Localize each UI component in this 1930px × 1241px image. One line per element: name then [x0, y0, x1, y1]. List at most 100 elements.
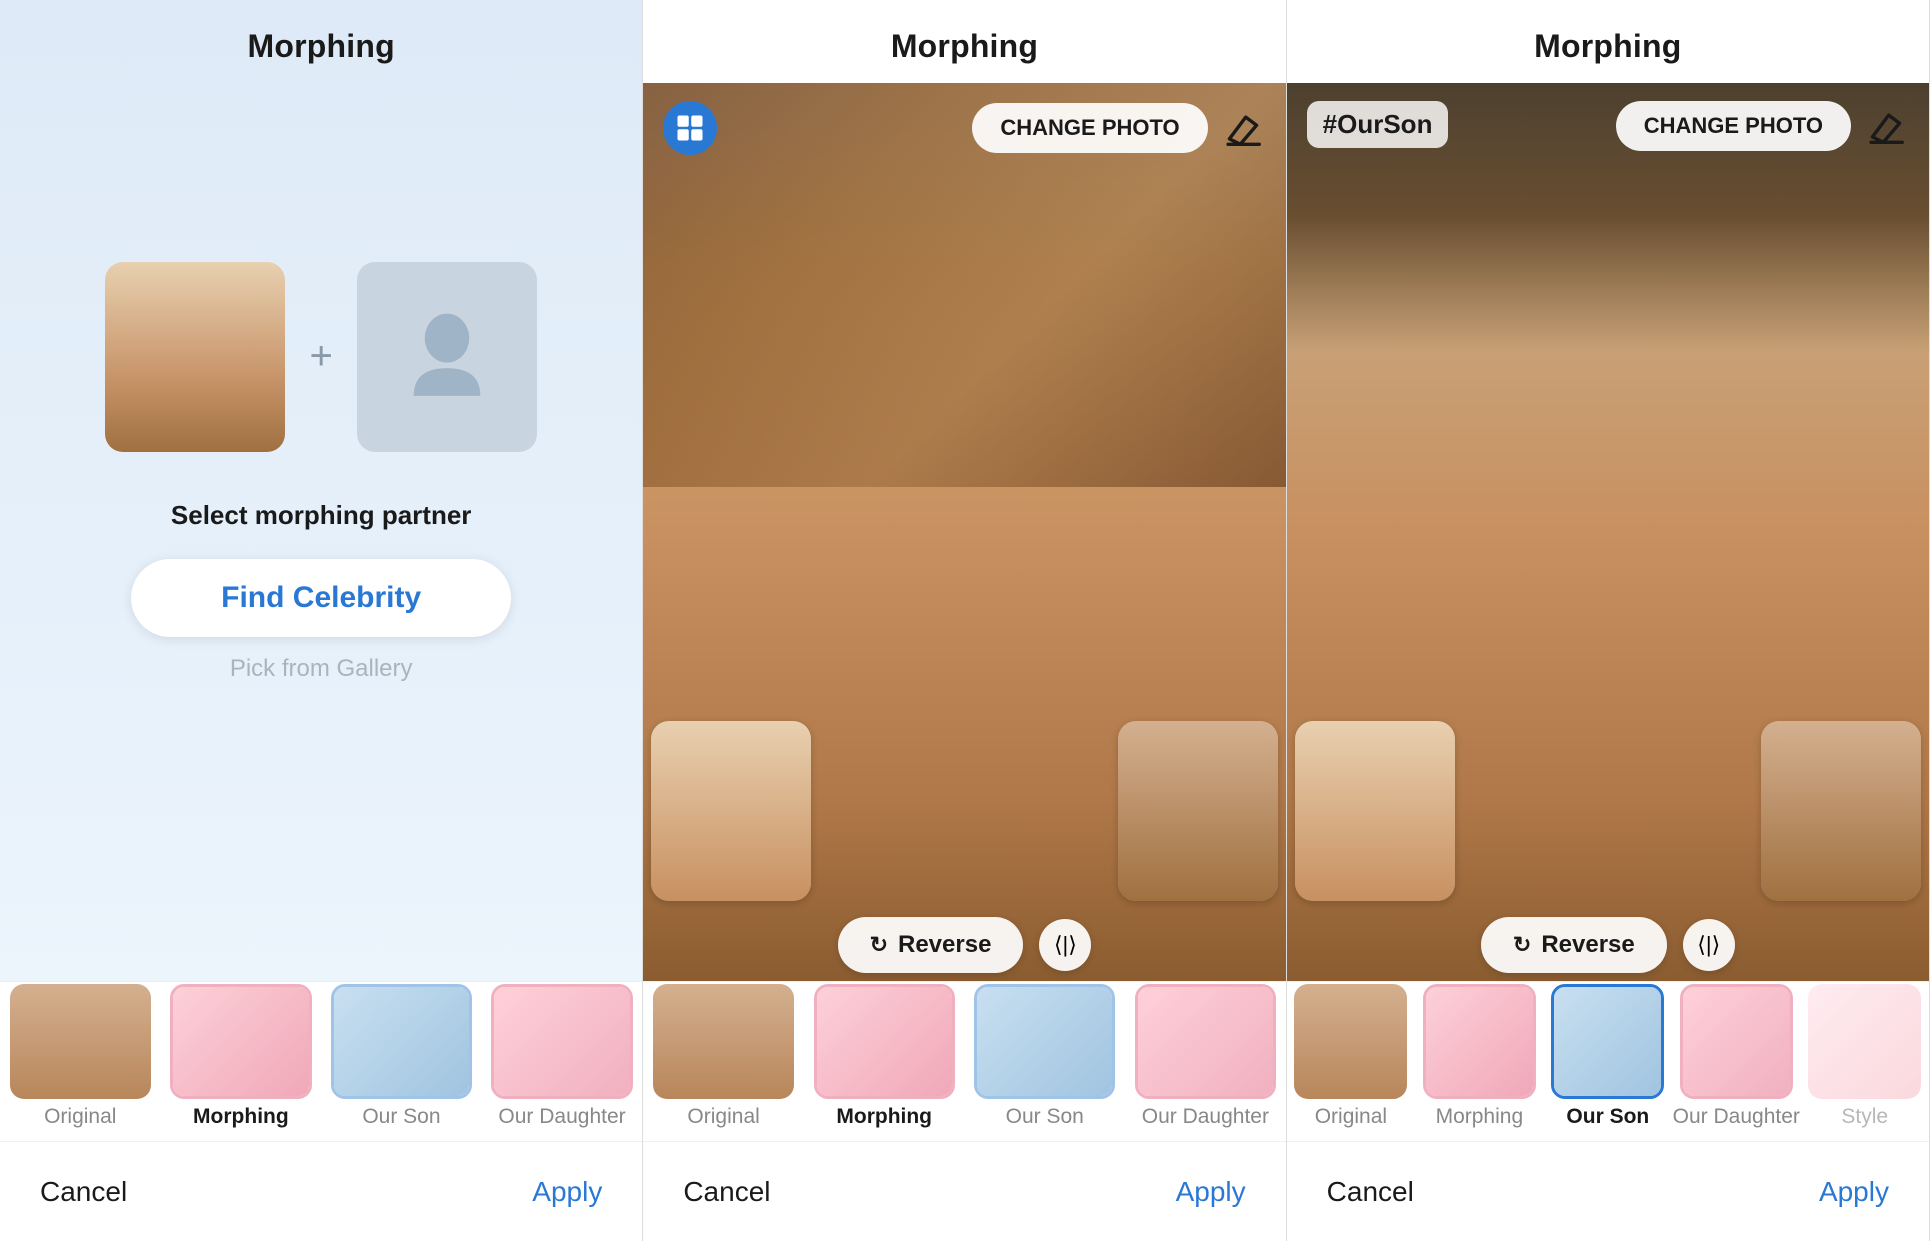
tab-original-3[interactable]: Original — [1287, 982, 1415, 1141]
apply-button-2[interactable]: Apply — [1176, 1176, 1246, 1208]
tab-label-morphing-1: Morphing — [193, 1105, 289, 1129]
change-photo-button-3[interactable]: CHANGE PHOTO — [1616, 101, 1851, 151]
tab-original-1[interactable]: Original — [0, 982, 161, 1141]
panel-1-footer: Cancel Apply — [0, 1141, 642, 1241]
thumb-row-2 — [643, 721, 1285, 901]
tab-morphing-1[interactable]: Morphing — [161, 982, 322, 1141]
panel-3-footer: Cancel Apply — [1287, 1141, 1929, 1241]
tab-original-2[interactable]: Original — [643, 982, 804, 1141]
plus-icon: + — [309, 334, 332, 379]
tab-thumb-original-1 — [10, 984, 151, 1099]
panel-2-tabs: Original Morphing Our Son Our Daughter — [643, 981, 1285, 1141]
reverse-label-2: Reverse — [898, 931, 991, 959]
photo-row: + — [105, 262, 536, 452]
tab-ourdaughter-2[interactable]: Our Daughter — [1125, 982, 1286, 1141]
reverse-icon-2: ↻ — [870, 932, 888, 958]
thumb-row-3 — [1287, 721, 1929, 901]
arrows-icon-2: ⟨|⟩ — [1054, 932, 1077, 958]
panel-2: Morphing CHANGE PHOTO — [643, 0, 1286, 1241]
right-thumb-2 — [1118, 721, 1278, 901]
apply-button-3[interactable]: Apply — [1819, 1176, 1889, 1208]
panel-3-tabs: Original Morphing Our Son Our Daughter S… — [1287, 981, 1929, 1141]
eraser-icon-2[interactable] — [1220, 105, 1266, 151]
tab-ourdaughter-3[interactable]: Our Daughter — [1672, 982, 1800, 1141]
tab-thumb-ourdaughter-1 — [491, 984, 632, 1099]
tab-thumb-ourson-2 — [974, 984, 1115, 1099]
panel-2-title: Morphing — [643, 0, 1285, 83]
top-bar-right-3: CHANGE PHOTO — [1616, 101, 1909, 151]
tab-thumb-morphing-3 — [1423, 984, 1536, 1099]
tab-label-ourson-1: Our Son — [362, 1105, 440, 1129]
panel-1-title: Morphing — [0, 0, 642, 83]
panel-3-image-section: #OurSon CHANGE PHOTO — [1287, 83, 1929, 981]
tab-style-3[interactable]: Style — [1801, 982, 1929, 1141]
partner-photo-placeholder — [357, 262, 537, 452]
tab-morphing-2[interactable]: Morphing — [804, 982, 965, 1141]
panel-2-footer: Cancel Apply — [643, 1141, 1285, 1241]
panel-3-title: Morphing — [1287, 0, 1929, 83]
tab-thumb-original-3 — [1294, 984, 1407, 1099]
main-face-3: ↻ Reverse ⟨|⟩ — [1287, 83, 1929, 981]
left-thumb-3 — [1295, 721, 1455, 901]
tab-ourdaughter-1[interactable]: Our Daughter — [482, 982, 643, 1141]
tab-label-morphing-2: Morphing — [836, 1105, 932, 1129]
reverse-label-3: Reverse — [1541, 931, 1634, 959]
tab-label-style-3: Style — [1841, 1105, 1888, 1129]
cancel-button-3[interactable]: Cancel — [1327, 1176, 1414, 1208]
arrows-icon-3: ⟨|⟩ — [1697, 932, 1720, 958]
tab-thumb-style-3 — [1808, 984, 1921, 1099]
panel-1: Morphing + Select morphing partner Find … — [0, 0, 643, 1241]
tab-label-morphing-3: Morphing — [1436, 1105, 1524, 1129]
reverse-bar-3: ↻ Reverse ⟨|⟩ — [1287, 917, 1929, 973]
arrows-button-3[interactable]: ⟨|⟩ — [1683, 919, 1735, 971]
tab-label-ourson-3: Our Son — [1566, 1105, 1649, 1129]
grid-svg — [675, 113, 705, 143]
eraser-svg-2 — [1224, 109, 1262, 147]
tab-thumb-ourson-1 — [331, 984, 472, 1099]
select-label: Select morphing partner — [171, 500, 472, 531]
tab-thumb-morphing-1 — [170, 984, 311, 1099]
tab-ourson-1[interactable]: Our Son — [321, 982, 482, 1141]
main-face-2: ↻ Reverse ⟨|⟩ — [643, 83, 1285, 981]
tab-label-ourdaughter-1: Our Daughter — [498, 1105, 625, 1129]
cancel-button-2[interactable]: Cancel — [683, 1176, 770, 1208]
tab-thumb-ourson-3 — [1551, 984, 1664, 1099]
reverse-button-2[interactable]: ↻ Reverse — [838, 917, 1024, 973]
reverse-icon-3: ↻ — [1513, 932, 1531, 958]
tab-ourson-3[interactable]: Our Son — [1544, 982, 1672, 1141]
reverse-button-3[interactable]: ↻ Reverse — [1481, 917, 1667, 973]
tab-ourson-2[interactable]: Our Son — [964, 982, 1125, 1141]
tab-morphing-3[interactable]: Morphing — [1415, 982, 1543, 1141]
eraser-svg-3 — [1867, 107, 1905, 145]
left-thumb-2 — [651, 721, 811, 901]
change-photo-button-2[interactable]: CHANGE PHOTO — [972, 103, 1207, 153]
arrows-button-2[interactable]: ⟨|⟩ — [1039, 919, 1091, 971]
tab-label-original-1: Original — [44, 1105, 116, 1129]
panel-3: Morphing #OurSon CHANGE PHOTO — [1287, 0, 1930, 1241]
tab-thumb-original-2 — [653, 984, 794, 1099]
tab-label-original-2: Original — [687, 1105, 759, 1129]
tab-thumb-ourdaughter-3 — [1680, 984, 1793, 1099]
panel-1-tabs: Original Morphing Our Son Our Daughter — [0, 981, 642, 1141]
panel-3-top-bar: CHANGE PHOTO — [1287, 83, 1929, 169]
person-silhouette-icon — [402, 307, 492, 407]
tab-label-ourdaughter-3: Our Daughter — [1673, 1105, 1800, 1129]
panel-1-content: + Select morphing partner Find Celebrity… — [0, 83, 642, 981]
cancel-button-1[interactable]: Cancel — [40, 1176, 127, 1208]
tab-thumb-morphing-2 — [814, 984, 955, 1099]
tab-label-original-3: Original — [1315, 1105, 1387, 1129]
apply-button-1[interactable]: Apply — [532, 1176, 602, 1208]
right-thumb-3 — [1761, 721, 1921, 901]
source-photo — [105, 262, 285, 452]
tab-label-ourdaughter-2: Our Daughter — [1142, 1105, 1269, 1129]
eraser-icon-3[interactable] — [1863, 103, 1909, 149]
grid-icon-2[interactable] — [663, 101, 717, 155]
tab-label-ourson-2: Our Son — [1006, 1105, 1084, 1129]
reverse-bar-2: ↻ Reverse ⟨|⟩ — [643, 917, 1285, 973]
pick-gallery-link[interactable]: Pick from Gallery — [230, 655, 413, 683]
find-celebrity-button[interactable]: Find Celebrity — [131, 559, 511, 637]
tab-thumb-ourdaughter-2 — [1135, 984, 1276, 1099]
panel-2-image-section: CHANGE PHOTO — [643, 83, 1285, 981]
top-bar-right-2: CHANGE PHOTO — [972, 103, 1265, 153]
panel-2-top-bar: CHANGE PHOTO — [643, 83, 1285, 173]
